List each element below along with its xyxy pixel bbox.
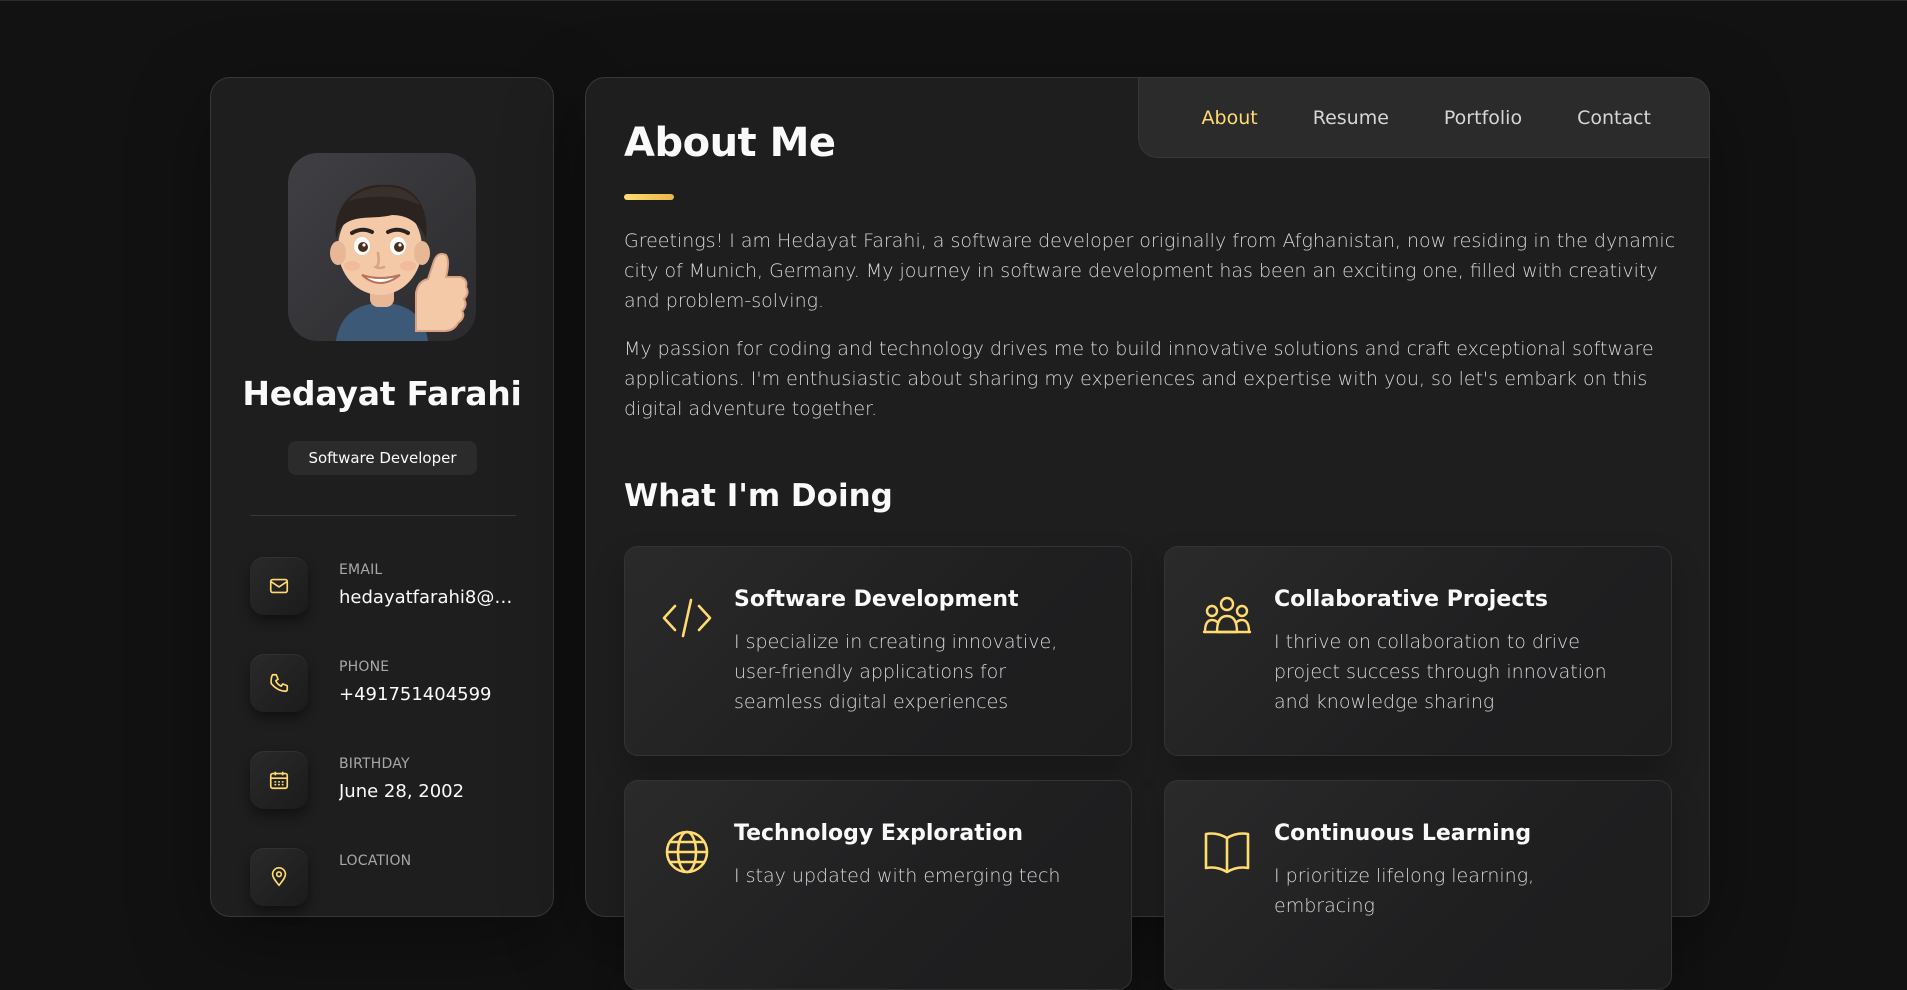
contact-label: Phone — [339, 659, 390, 675]
email-link[interactable]: hedayatfarahi8@gmail.com — [339, 587, 519, 608]
service-text: I specialize in creating innovative, use… — [734, 631, 1058, 713]
birthday-value: June 28, 2002 — [339, 781, 465, 802]
service-text: I thrive on collaboration to drive proje… — [1274, 631, 1607, 713]
service-title: Technology Exploration — [734, 821, 1024, 846]
service-card-software-development: Software Development I specialize in cre… — [624, 546, 1132, 756]
title-underline — [624, 194, 674, 200]
contact-item-birthday: Birthday June 28, 2002 — [250, 751, 530, 811]
memoji-avatar-image — [330, 184, 469, 341]
about-paragraph: Greetings! I am Hedayat Farahi, a softwa… — [624, 230, 1676, 312]
service-title: Collaborative Projects — [1274, 587, 1548, 612]
team-icon — [1202, 596, 1252, 634]
profile-name: Hedayat Farahi — [242, 374, 522, 413]
avatar — [288, 153, 476, 341]
page-title: About Me — [624, 120, 836, 166]
contact-item-location: Location — [250, 848, 530, 908]
book-icon — [1204, 832, 1250, 874]
service-text: I stay updated with emerging tech — [734, 865, 1061, 887]
main-content: About Resume Portfolio Contact About Me … — [585, 77, 1710, 990]
section-title: What I'm Doing — [624, 478, 893, 514]
nav-link-contact[interactable]: Contact — [1577, 107, 1651, 129]
globe-icon — [665, 830, 709, 874]
top-border — [0, 0, 1907, 1]
contact-label: Birthday — [339, 756, 410, 772]
nav-link-portfolio[interactable]: Portfolio — [1444, 107, 1522, 129]
profile-sidebar: Hedayat Farahi Software Developer Email … — [210, 77, 554, 917]
nav-link-resume[interactable]: Resume — [1313, 107, 1389, 129]
nav-link-about[interactable]: About — [1202, 107, 1258, 129]
separator — [250, 515, 516, 516]
location-icon — [250, 848, 308, 906]
calendar-icon — [250, 751, 308, 809]
about-paragraph: My passion for coding and technology dri… — [624, 338, 1654, 420]
phone-link[interactable]: +491751404599 — [339, 684, 519, 705]
role-badge: Software Developer — [288, 441, 477, 475]
service-title: Software Development — [734, 587, 1019, 612]
service-card-continuous-learning: Continuous Learning I prioritize lifelon… — [1164, 780, 1672, 990]
contact-label: Email — [339, 562, 383, 578]
service-card-collaborative-projects: Collaborative Projects I thrive on colla… — [1164, 546, 1672, 756]
mail-icon — [250, 557, 308, 615]
contact-item-phone: Phone +491751404599 — [250, 654, 530, 714]
contact-item-email: Email hedayatfarahi8@gmail.com — [250, 557, 530, 617]
phone-icon — [250, 654, 308, 712]
service-text: I prioritize lifelong learning, embracin… — [1274, 865, 1535, 917]
code-icon — [662, 598, 712, 638]
navbar: About Resume Portfolio Contact — [1138, 77, 1710, 158]
service-title: Continuous Learning — [1274, 821, 1532, 846]
contact-label: Location — [339, 853, 412, 869]
service-card-technology-exploration: Technology Exploration I stay updated wi… — [624, 780, 1132, 990]
